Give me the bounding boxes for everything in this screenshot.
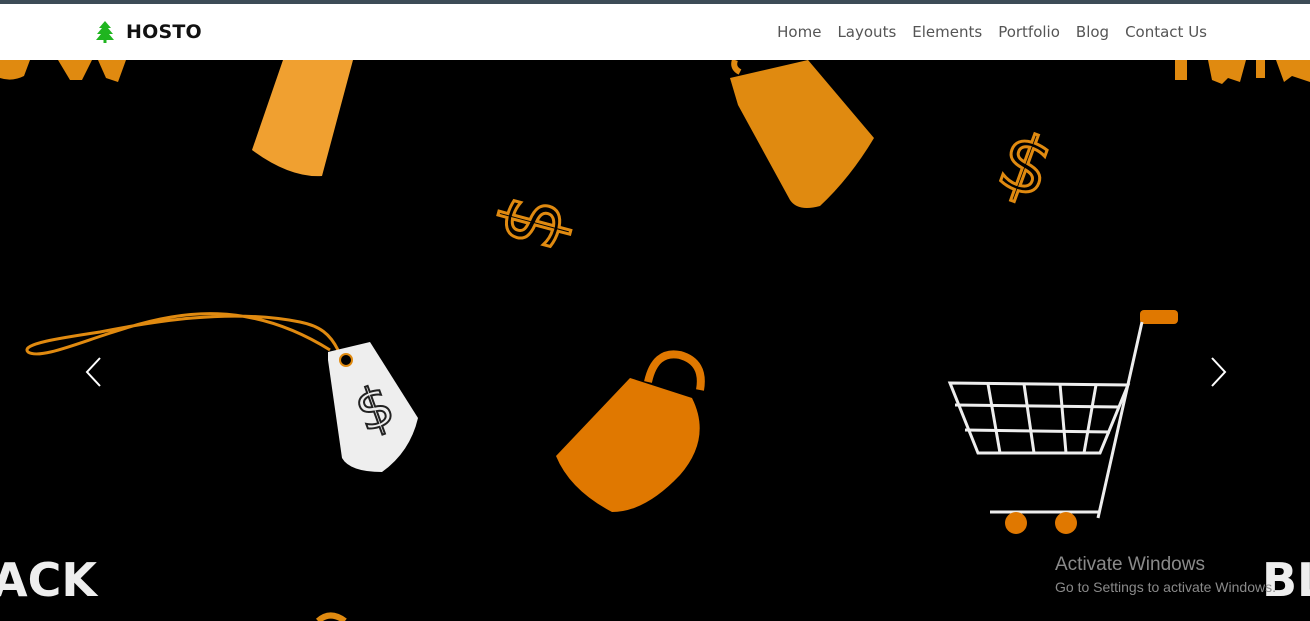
nav-layouts[interactable]: Layouts [837,22,896,42]
watermark-title: Activate Windows [1055,554,1205,575]
shopping-bag-top [730,60,874,208]
carousel-prev-button[interactable] [78,355,108,389]
main-nav: Home Layouts Elements Portfolio Blog Con… [761,22,1207,42]
letter-fragments-top-right [1175,60,1310,84]
windows-activation-watermark: Activate Windows Go to Settings to activ… [1055,553,1276,597]
hero-text-left: ACK [0,553,99,607]
hanging-tag: $ [25,312,418,472]
dollar-sign-center: $ [478,183,586,261]
shopping-cart [947,310,1178,534]
price-tag-shape [252,60,353,177]
brand-name: HOSTO [126,21,202,43]
nav-elements[interactable]: Elements [912,22,982,42]
chevron-left-icon [85,357,101,387]
nav-home[interactable]: Home [777,22,821,42]
nav-contact-us[interactable]: Contact Us [1125,22,1207,42]
nav-blog[interactable]: Blog [1076,22,1109,42]
shopping-bag-center [556,350,705,512]
carousel-next-button[interactable] [1204,355,1234,389]
nav-portfolio[interactable]: Portfolio [998,22,1060,42]
brand[interactable]: HOSTO [96,18,202,46]
dollar-sign-right: $ [985,113,1065,218]
hero-carousel: $ $ $ ACK B Activate Windows Go to Setti… [0,60,1310,621]
svg-text:$: $ [987,115,1064,217]
chevron-right-icon [1211,357,1227,387]
navbar: HOSTO Home Layouts Elements Portfolio Bl… [0,4,1310,60]
pine-tree-icon [96,21,114,43]
bottom-fragment [315,612,347,621]
svg-text:$: $ [479,184,584,259]
letter-fragments-top-left [0,60,126,82]
watermark-subtitle: Go to Settings to activate Windows. [1055,579,1276,595]
hero-slide-image: $ $ $ ACK B [0,60,1310,621]
